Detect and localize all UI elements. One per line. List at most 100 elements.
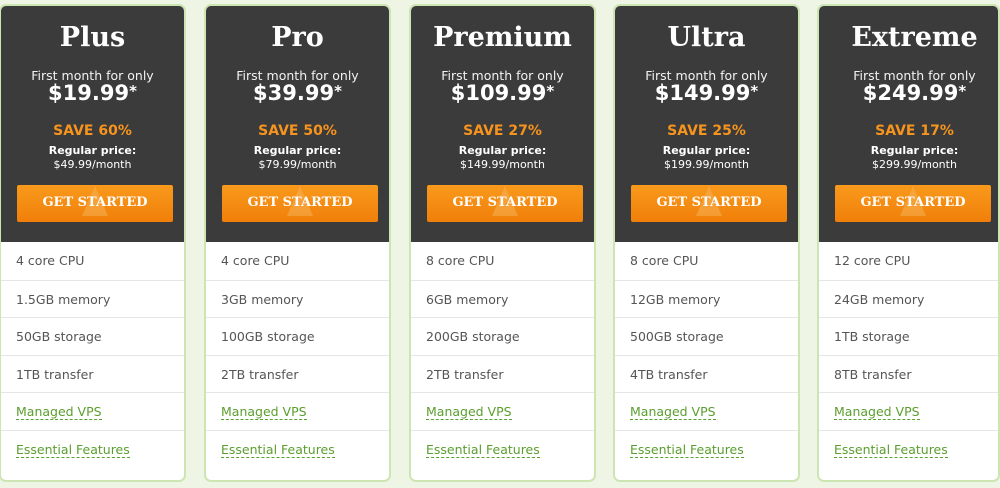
feature-transfer: 8TB transfer [819, 354, 998, 393]
price: $109.99* [411, 81, 594, 105]
save-badge: SAVE 25% [667, 123, 746, 139]
essential-features-link[interactable]: Essential Features [426, 441, 540, 458]
feature-managed-vps: Managed VPS [206, 392, 389, 430]
price-asterisk: * [958, 82, 967, 100]
plan-card-plus: Plus First month for only $19.99* SAVE 6… [0, 4, 186, 482]
plan-header: Premium First month for only $109.99* SA… [411, 6, 594, 242]
feature-cpu: 8 core CPU [630, 253, 699, 268]
get-started-label: GET STARTED [656, 195, 762, 210]
plan-header: Pro First month for only $39.99* SAVE 50… [206, 6, 389, 242]
get-started-button[interactable]: GET STARTED [835, 185, 991, 222]
price-value: $19.99 [48, 81, 130, 105]
essential-features-link[interactable]: Essential Features [221, 441, 335, 458]
get-started-label: GET STARTED [452, 195, 558, 210]
feature-cpu: 8 core CPU [426, 253, 495, 268]
regular-price-value: $199.99/month [664, 158, 749, 171]
feature-essential: Essential Features [615, 429, 798, 468]
get-started-button[interactable]: GET STARTED [17, 185, 173, 222]
price: $149.99* [615, 81, 798, 105]
get-started-label: GET STARTED [860, 195, 966, 210]
save-badge: SAVE 50% [258, 123, 337, 139]
feature-list: 8 core CPU 6GB memory 200GB storage 2TB … [411, 242, 594, 467]
price-asterisk: * [334, 82, 342, 100]
feature-cpu: 4 core CPU [221, 253, 290, 268]
plan-header: Extreme First month for only $249.99* SA… [819, 6, 998, 242]
plan-header: Ultra First month for only $149.99* SAVE… [615, 6, 798, 242]
feature-list: 4 core CPU 1.5GB memory 50GB storage 1TB… [1, 242, 184, 467]
feature-managed-vps: Managed VPS [819, 392, 998, 430]
managed-vps-link[interactable]: Managed VPS [16, 404, 102, 420]
regular-price-label: Regular price: [870, 144, 959, 157]
managed-vps-link[interactable]: Managed VPS [834, 404, 920, 420]
plan-card-pro: Pro First month for only $39.99* SAVE 50… [204, 4, 391, 482]
regular-price-value: $79.99/month [258, 158, 337, 171]
save-badge: SAVE 27% [463, 123, 542, 139]
price: $39.99* [206, 81, 389, 105]
feature-storage: 100GB storage [206, 317, 389, 355]
managed-vps-link[interactable]: Managed VPS [426, 404, 512, 420]
essential-features-link[interactable]: Essential Features [16, 441, 130, 458]
plan-name: Ultra [667, 22, 746, 53]
plan-name: Pro [271, 22, 324, 53]
regular-price-label: Regular price: [662, 144, 751, 157]
get-started-label: GET STARTED [42, 195, 148, 210]
get-started-label: GET STARTED [247, 195, 353, 210]
plan-name: Extreme [851, 22, 978, 53]
plan-card-premium: Premium First month for only $109.99* SA… [409, 4, 596, 482]
essential-features-link[interactable]: Essential Features [630, 441, 744, 458]
managed-vps-link[interactable]: Managed VPS [630, 404, 716, 420]
save-badge: SAVE 17% [875, 123, 954, 139]
feature-managed-vps: Managed VPS [615, 392, 798, 430]
plan-name: Plus [59, 22, 126, 53]
regular-price-value: $299.99/month [872, 158, 957, 171]
plan-card-ultra: Ultra First month for only $149.99* SAVE… [613, 4, 800, 482]
feature-cpu: 12 core CPU [834, 253, 911, 268]
feature-transfer: 4TB transfer [615, 354, 798, 393]
price-value: $249.99 [862, 81, 959, 105]
feature-cpu: 4 core CPU [16, 253, 85, 268]
feature-storage: 50GB storage [1, 317, 184, 355]
feature-list: 12 core CPU 24GB memory 1TB storage 8TB … [819, 242, 998, 467]
plan-card-extreme: Extreme First month for only $249.99* SA… [817, 4, 1000, 482]
price-value: $109.99 [450, 81, 547, 105]
feature-list: 4 core CPU 3GB memory 100GB storage 2TB … [206, 242, 389, 467]
price-value: $149.99 [654, 81, 751, 105]
feature-memory: 24GB memory [819, 279, 998, 318]
feature-storage: 500GB storage [615, 317, 798, 355]
feature-transfer: 2TB transfer [206, 354, 389, 393]
regular-price-label: Regular price: [458, 144, 547, 157]
price-asterisk: * [129, 82, 137, 100]
plan-header: Plus First month for only $19.99* SAVE 6… [1, 6, 184, 242]
get-started-button[interactable]: GET STARTED [222, 185, 378, 222]
feature-memory: 1.5GB memory [1, 279, 184, 318]
regular-price-value: $49.99/month [53, 158, 132, 171]
feature-managed-vps: Managed VPS [411, 392, 594, 430]
feature-essential: Essential Features [1, 429, 184, 468]
feature-essential: Essential Features [206, 429, 389, 468]
regular-price-label: Regular price: [48, 144, 137, 157]
get-started-button[interactable]: GET STARTED [427, 185, 583, 222]
managed-vps-link[interactable]: Managed VPS [221, 404, 307, 420]
plan-name: Premium [433, 22, 572, 53]
essential-features-link[interactable]: Essential Features [834, 441, 948, 458]
price: $249.99* [819, 81, 998, 105]
feature-essential: Essential Features [819, 429, 998, 468]
feature-memory: 6GB memory [411, 279, 594, 318]
feature-list: 8 core CPU 12GB memory 500GB storage 4TB… [615, 242, 798, 467]
feature-managed-vps: Managed VPS [1, 392, 184, 430]
feature-storage: 1TB storage [819, 317, 998, 355]
save-badge: SAVE 60% [53, 123, 132, 139]
regular-price-value: $149.99/month [460, 158, 545, 171]
feature-transfer: 2TB transfer [411, 354, 594, 393]
regular-price-label: Regular price: [253, 144, 342, 157]
price-asterisk: * [750, 82, 759, 100]
price: $19.99* [1, 81, 184, 105]
price-asterisk: * [546, 82, 555, 100]
feature-transfer: 1TB transfer [1, 354, 184, 393]
feature-essential: Essential Features [411, 429, 594, 468]
feature-memory: 12GB memory [615, 279, 798, 318]
get-started-button[interactable]: GET STARTED [631, 185, 787, 222]
feature-memory: 3GB memory [206, 279, 389, 318]
feature-storage: 200GB storage [411, 317, 594, 355]
price-value: $39.99 [253, 81, 335, 105]
